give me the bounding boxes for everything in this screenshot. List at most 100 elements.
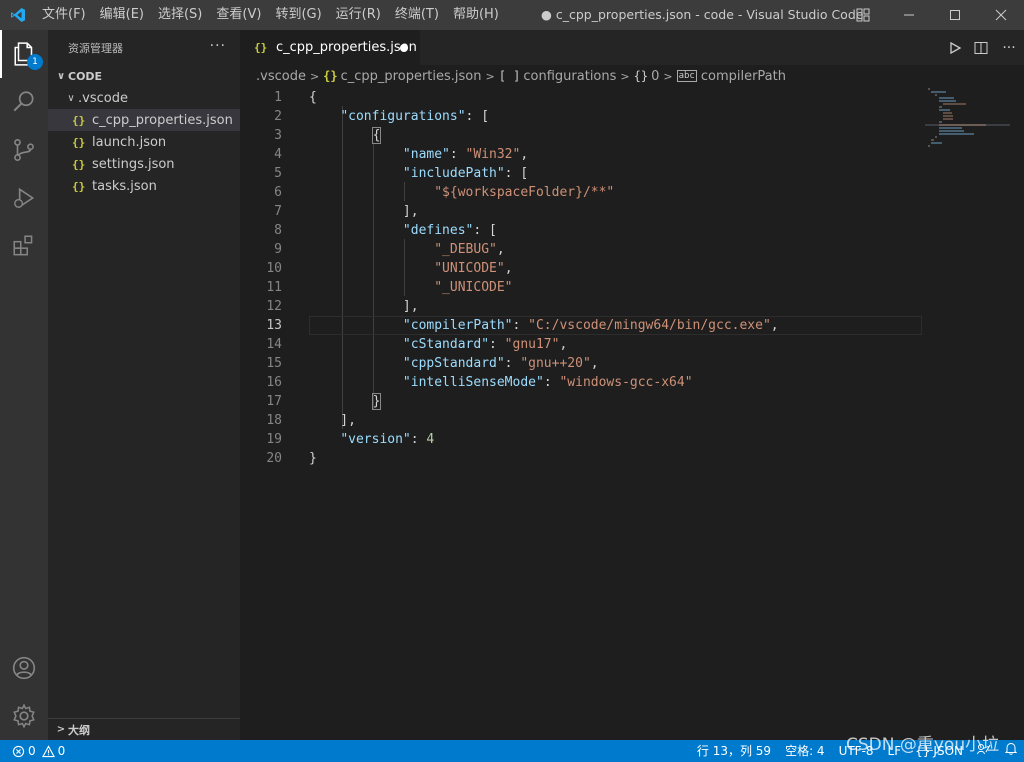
chevron-right-icon: >: [309, 69, 320, 83]
file-item[interactable]: {} c_cpp_properties.json: [48, 109, 240, 131]
code-token: ,: [559, 337, 568, 352]
code-token: : [: [465, 109, 490, 124]
line-number: 7: [274, 204, 282, 219]
code-text: "includePath": [: [309, 164, 528, 183]
code-token: "name": [402, 147, 450, 162]
menu-item[interactable]: 文件(F): [35, 0, 93, 30]
activity-bar: 1: [0, 30, 48, 740]
run-debug-icon[interactable]: [0, 174, 48, 222]
code-line[interactable]: 4 "name": "Win32",: [240, 145, 922, 164]
explorer-badge: 1: [27, 54, 43, 70]
code-line[interactable]: 15 "cppStandard": "gnu++20",: [240, 354, 922, 373]
code-text: "${workspaceFolder}/**": [309, 183, 614, 202]
workspace-section[interactable]: ∨ CODE: [48, 65, 240, 87]
search-icon[interactable]: [0, 78, 48, 126]
breadcrumb-index[interactable]: 0: [651, 69, 659, 84]
code-line[interactable]: 9 "_DEBUG",: [240, 240, 922, 259]
maximize-button[interactable]: [932, 0, 978, 30]
code-token: "defines": [402, 223, 474, 238]
code-token: ,: [590, 356, 599, 371]
line-number: 19: [266, 432, 282, 447]
line-number: 3: [274, 128, 282, 143]
code-line[interactable]: 5 "includePath": [: [240, 164, 922, 183]
file-label: tasks.json: [92, 178, 157, 194]
more-icon[interactable]: ···: [994, 30, 1024, 65]
menu-item[interactable]: 运行(R): [329, 0, 388, 30]
minimize-button[interactable]: [886, 0, 932, 30]
breadcrumb-symbol[interactable]: compilerPath: [701, 69, 786, 84]
code-editor[interactable]: 1{2 "configurations": [3 {4 "name": "Win…: [240, 87, 1024, 740]
indentation[interactable]: 空格: 4: [778, 740, 832, 762]
layout-icon[interactable]: [840, 0, 886, 30]
code-line[interactable]: 7 ],: [240, 202, 922, 221]
code-line[interactable]: 1{: [240, 88, 922, 107]
code-line[interactable]: 3 {: [240, 126, 922, 145]
run-icon[interactable]: [942, 30, 968, 65]
explorer-icon[interactable]: 1: [0, 30, 48, 78]
file-item[interactable]: {} tasks.json: [48, 175, 240, 197]
line-number: 18: [266, 413, 282, 428]
code-line[interactable]: 2 "configurations": [: [240, 107, 922, 126]
cursor-position[interactable]: 行 13，列 59: [690, 740, 778, 762]
close-button[interactable]: [978, 0, 1024, 30]
settings-gear-icon[interactable]: [0, 692, 48, 740]
menu-item[interactable]: 编辑(E): [93, 0, 151, 30]
file-item[interactable]: {} settings.json: [48, 153, 240, 175]
source-control-icon[interactable]: [0, 126, 48, 174]
code-line[interactable]: 17 }: [240, 392, 922, 411]
outline-section[interactable]: > 大纲: [48, 718, 240, 740]
code-token: 4: [426, 432, 435, 447]
code-line[interactable]: 13 "compilerPath": "C:/vscode/mingw64/bi…: [240, 316, 922, 335]
minimap[interactable]: [922, 87, 1012, 147]
line-number: 9: [274, 242, 282, 257]
bracket-match-highlight: }: [371, 393, 382, 410]
problems-status[interactable]: 0 0: [0, 740, 65, 762]
code-line[interactable]: 16 "intelliSenseMode": "windows-gcc-x64": [240, 373, 922, 392]
file-item[interactable]: {} launch.json: [48, 131, 240, 153]
warning-count: 0: [57, 744, 66, 758]
code-token: ,: [770, 318, 779, 333]
code-token: :: [512, 318, 529, 333]
tab-c-cpp-properties[interactable]: {} c_cpp_properties.json: [240, 30, 420, 65]
code-text: "compilerPath": "C:/vscode/mingw64/bin/g…: [309, 316, 779, 335]
code-line[interactable]: 20}: [240, 449, 922, 468]
code-line[interactable]: 6 "${workspaceFolder}/**": [240, 183, 922, 202]
code-token: : [: [504, 166, 529, 181]
vscode-logo-icon: [0, 0, 35, 30]
breadcrumb-folder[interactable]: .vscode: [256, 69, 306, 84]
code-text: "intelliSenseMode": "windows-gcc-x64": [309, 373, 693, 392]
code-token: :: [489, 337, 505, 352]
code-token: {: [309, 127, 382, 144]
json-file-icon: {}: [72, 135, 86, 149]
code-token: "compilerPath": [402, 318, 513, 333]
split-editor-icon[interactable]: [968, 30, 994, 65]
menu-item[interactable]: 帮助(H): [446, 0, 506, 30]
code-line[interactable]: 19 "version": 4: [240, 430, 922, 449]
breadcrumb-configurations[interactable]: configurations: [523, 69, 616, 84]
notifications-bell-icon[interactable]: [998, 740, 1024, 762]
line-number: 16: [266, 375, 282, 390]
folder-vscode[interactable]: ∨ .vscode: [48, 87, 240, 109]
code-line[interactable]: 14 "cStandard": "gnu17",: [240, 335, 922, 354]
code-token: "gnu++20": [520, 356, 591, 371]
code-line[interactable]: 12 ],: [240, 297, 922, 316]
menu-item[interactable]: 选择(S): [151, 0, 209, 30]
code-line[interactable]: 8 "defines": [: [240, 221, 922, 240]
menu-item[interactable]: 查看(V): [209, 0, 268, 30]
menu-item[interactable]: 终端(T): [388, 0, 446, 30]
code-line[interactable]: 18 ],: [240, 411, 922, 430]
menu-item[interactable]: 转到(G): [268, 0, 328, 30]
unsaved-dot-icon[interactable]: [400, 44, 408, 52]
accounts-icon[interactable]: [0, 644, 48, 692]
code-token: "configurations": [340, 109, 466, 124]
breadcrumb-file[interactable]: c_cpp_properties.json: [341, 69, 482, 84]
more-actions-icon[interactable]: ···: [210, 38, 226, 54]
code-line[interactable]: 11 "_UNICODE": [240, 278, 922, 297]
menu-bar: 文件(F) 编辑(E) 选择(S) 查看(V) 转到(G) 运行(R) 终端(T) 帮助(H): [35, 0, 506, 30]
extensions-icon[interactable]: [0, 222, 48, 270]
code-line[interactable]: 10 "UNICODE",: [240, 259, 922, 278]
